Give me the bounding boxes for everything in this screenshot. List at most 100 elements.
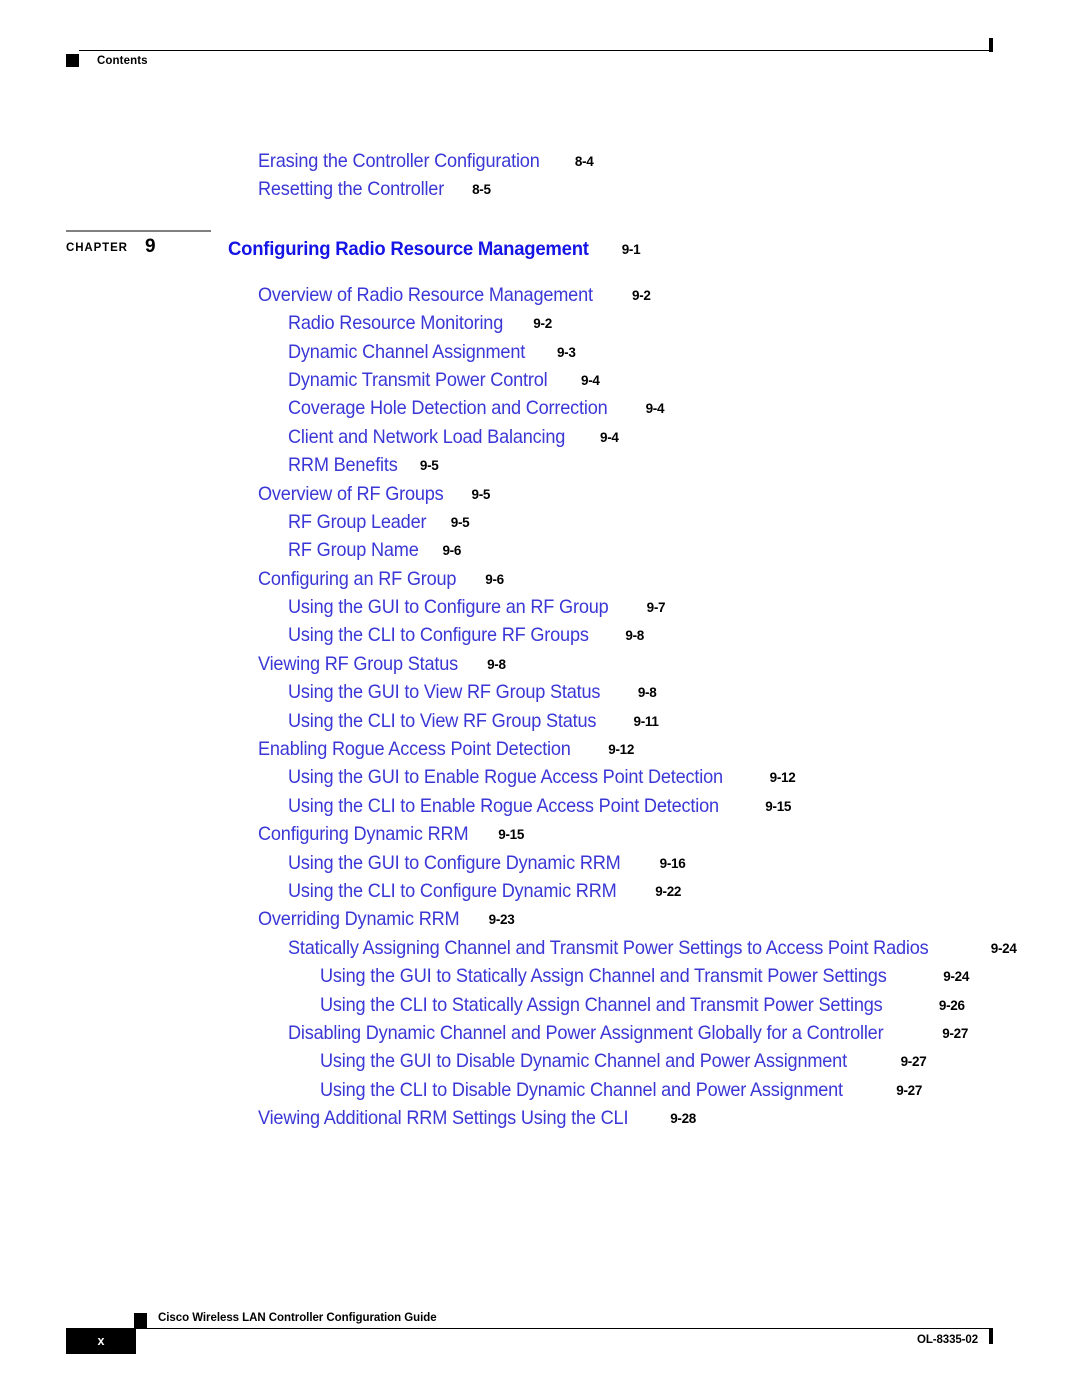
toc-entry-chapter[interactable]: Configuring Radio Resource Management 9-1	[228, 238, 641, 261]
header-rule-end-cap	[989, 38, 993, 52]
toc-entry-page: 9-4	[581, 372, 600, 388]
toc-entry-title[interactable]: Overview of RF Groups	[258, 483, 444, 506]
toc-entry[interactable]: Resetting the Controller 8-5	[0, 178, 1080, 206]
toc-entry[interactable]: Disabling Dynamic Channel and Power Assi…	[0, 1022, 1080, 1050]
toc-entry-page: 9-15	[765, 798, 792, 814]
toc-entry[interactable]: Configuring Dynamic RRM 9-15	[0, 823, 1080, 851]
toc-entry-page: 9-24	[990, 940, 1017, 956]
toc-entry-title[interactable]: Statically Assigning Channel and Transmi…	[288, 937, 929, 960]
toc-entry[interactable]: Using the GUI to Enable Rogue Access Poi…	[0, 766, 1080, 794]
toc-entry-page: 9-7	[646, 600, 666, 616]
toc-entry-title[interactable]: Enabling Rogue Access Point Detection	[258, 738, 571, 761]
toc-entry-title[interactable]: Configuring Dynamic RRM	[258, 823, 469, 846]
toc-entry-title[interactable]: Using the GUI to View RF Group Status	[288, 681, 600, 704]
toc-entry[interactable]: RF Group Leader 9-5	[0, 511, 1080, 539]
toc-entry[interactable]: Configuring an RF Group 9-6	[0, 568, 1080, 596]
toc-entry-title[interactable]: Radio Resource Monitoring	[288, 312, 503, 335]
toc-entry-title[interactable]: Disabling Dynamic Channel and Power Assi…	[288, 1022, 884, 1045]
toc-entry[interactable]: Viewing RF Group Status 9-8	[0, 653, 1080, 681]
toc-entry-title[interactable]: RF Group Leader	[288, 511, 427, 534]
chapter-rule	[66, 229, 211, 232]
toc-entry-page: 9-27	[896, 1082, 923, 1098]
toc-entry[interactable]: Using the GUI to View RF Group Status 9-8	[0, 681, 1080, 709]
toc-entry-page: 9-1	[621, 241, 641, 257]
toc-entry[interactable]: Overview of Radio Resource Management 9-2	[0, 284, 1080, 312]
toc-entry-page: 9-11	[633, 713, 659, 729]
toc-entry-title[interactable]: Using the GUI to Configure Dynamic RRM	[288, 852, 621, 875]
page-footer: Cisco Wireless LAN Controller Configurat…	[0, 1312, 1080, 1382]
toc-entry[interactable]: RRM Benefits 9-5	[0, 454, 1080, 482]
toc-entry-title[interactable]: Configuring an RF Group	[258, 568, 457, 591]
toc-entry-page: 9-26	[938, 997, 965, 1013]
toc-entry[interactable]: Using the CLI to Disable Dynamic Channel…	[0, 1079, 1080, 1107]
toc-entry-page: 9-23	[488, 912, 515, 928]
toc-entry-title[interactable]: Using the GUI to Disable Dynamic Channel…	[320, 1050, 847, 1073]
toc-entry-title[interactable]: Resetting the Controller	[258, 178, 444, 201]
toc-entry-page: 9-5	[419, 458, 439, 474]
toc-entry[interactable]: Erasing the Controller Configuration 8-4	[0, 150, 1080, 178]
toc-entry-page: 9-27	[942, 1025, 969, 1041]
toc-entry-title[interactable]: Client and Network Load Balancing	[288, 426, 565, 449]
toc-entry-title[interactable]: Using the CLI to Configure RF Groups	[288, 624, 589, 647]
toc-entry[interactable]: Using the CLI to Configure Dynamic RRM 9-…	[0, 880, 1080, 908]
toc-entry-title[interactable]: Viewing Additional RRM Settings Using th…	[258, 1107, 629, 1130]
toc-entry-title[interactable]: Using the GUI to Enable Rogue Access Poi…	[288, 766, 723, 789]
toc-entry-title[interactable]: Configuring Radio Resource Management	[228, 238, 589, 261]
toc-entry[interactable]: Dynamic Channel Assignment 9-3	[0, 341, 1080, 369]
chapter-label: CHAPTER	[66, 241, 128, 254]
toc-entry[interactable]: Statically Assigning Channel and Transmi…	[0, 937, 1080, 965]
toc-entry-title[interactable]: RF Group Name	[288, 539, 419, 562]
toc-entry-title[interactable]: Using the CLI to Configure Dynamic RRM	[288, 880, 617, 903]
toc-entry-title[interactable]: RRM Benefits	[288, 454, 398, 477]
toc-entry-title[interactable]: Coverage Hole Detection and Correction	[288, 397, 608, 420]
toc-entry-page: 9-6	[442, 543, 462, 559]
toc-entry-title[interactable]: Using the CLI to Statically Assign Chann…	[320, 994, 883, 1017]
toc-entry-title[interactable]: Using the CLI to Enable Rogue Access Poi…	[288, 795, 719, 818]
toc-entry-title[interactable]: Using the GUI to Statically Assign Chann…	[320, 965, 887, 988]
toc-entry-title[interactable]: Using the CLI to View RF Group Status	[288, 710, 596, 733]
toc-entry[interactable]: Viewing Additional RRM Settings Using th…	[0, 1107, 1080, 1135]
toc-entry[interactable]: Using the CLI to Statically Assign Chann…	[0, 994, 1080, 1022]
toc-entry[interactable]: Overview of RF Groups 9-5	[0, 483, 1080, 511]
toc-entry[interactable]: Using the GUI to Statically Assign Chann…	[0, 965, 1080, 993]
toc-entry-page: 9-2	[632, 287, 651, 303]
toc-list-previous-chapter: Erasing the Controller Configuration 8-4 R…	[0, 150, 1080, 207]
toc-spacer	[0, 270, 1080, 284]
toc-entry[interactable]: Coverage Hole Detection and Correction 9-…	[0, 397, 1080, 425]
footer-guide-title: Cisco Wireless LAN Controller Configurat…	[158, 1312, 437, 1324]
toc-entry-title[interactable]: Overriding Dynamic RRM	[258, 908, 460, 931]
toc-entry[interactable]: Using the GUI to Configure Dynamic RRM 9-…	[0, 852, 1080, 880]
toc-entry[interactable]: Using the CLI to Configure RF Groups 9-8	[0, 624, 1080, 652]
toc-entry-title[interactable]: Dynamic Channel Assignment	[288, 341, 525, 364]
toc-entry-title[interactable]: Viewing RF Group Status	[258, 653, 458, 676]
toc-entry-title[interactable]: Erasing the Controller Configuration	[258, 150, 540, 173]
toc-entry[interactable]: Enabling Rogue Access Point Detection 9-1…	[0, 738, 1080, 766]
toc-entry[interactable]: RF Group Name 9-6	[0, 539, 1080, 567]
toc-entry[interactable]: Client and Network Load Balancing 9-4	[0, 426, 1080, 454]
toc-entry-page: 9-22	[655, 883, 682, 899]
footer-marker-square	[134, 1313, 147, 1328]
toc-entry[interactable]: Using the GUI to Disable Dynamic Channel…	[0, 1050, 1080, 1078]
header-rule	[79, 50, 992, 51]
toc-entry[interactable]: Using the CLI to View RF Group Status 9-1…	[0, 710, 1080, 738]
toc-entry-page: 9-12	[769, 770, 796, 786]
toc-entry-title[interactable]: Using the GUI to Configure an RF Group	[288, 596, 609, 619]
toc-entry[interactable]: Using the CLI to Enable Rogue Access Poi…	[0, 795, 1080, 823]
toc-entry[interactable]: Overriding Dynamic RRM 9-23	[0, 908, 1080, 936]
toc-entry-page: 9-6	[485, 571, 504, 587]
toc-entry-title[interactable]: Dynamic Transmit Power Control	[288, 369, 548, 392]
footer-rule	[134, 1328, 992, 1329]
toc-entry-page: 8-4	[574, 154, 594, 169]
toc-entry-title[interactable]: Using the CLI to Disable Dynamic Channel…	[320, 1079, 843, 1102]
toc-entry[interactable]: Using the GUI to Configure an RF Group 9-…	[0, 596, 1080, 624]
chapter-heading-block: CHAPTER 9 Configuring Radio Resource Man…	[0, 224, 1080, 270]
toc-entry-title[interactable]: Overview of Radio Resource Management	[258, 284, 593, 307]
footer-rule-end-cap	[989, 1328, 993, 1344]
toc-entry[interactable]: Dynamic Transmit Power Control 9-4	[0, 369, 1080, 397]
running-head-contents: Contents	[97, 55, 148, 67]
table-of-contents: Erasing the Controller Configuration 8-4 R…	[0, 150, 1080, 1136]
toc-entry[interactable]: Radio Resource Monitoring 9-2	[0, 312, 1080, 340]
toc-entry-page: 9-12	[608, 742, 635, 758]
toc-entry-page: 9-4	[645, 401, 665, 417]
toc-list-current-chapter: Overview of Radio Resource Management 9-2…	[0, 284, 1080, 1136]
